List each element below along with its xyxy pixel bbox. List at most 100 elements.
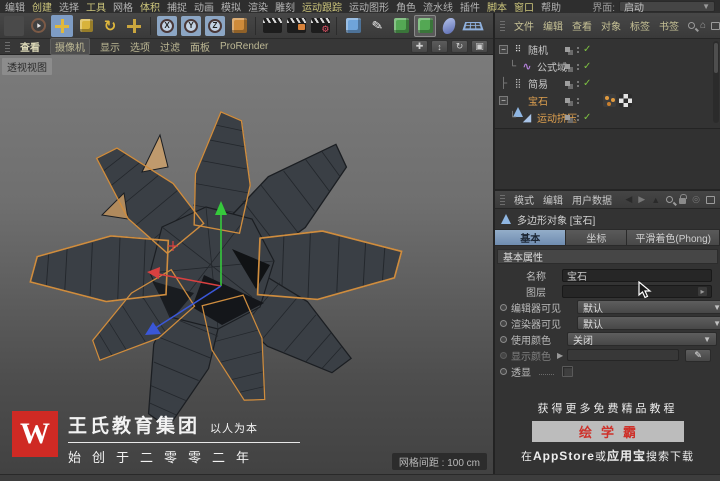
render-settings-button[interactable]: ⚙ [309,15,331,37]
search-icon[interactable] [666,196,674,203]
tree-row-gem[interactable]: − 宝石 [495,92,720,117]
animation-dot-icon[interactable] [500,335,507,343]
menu-simulate[interactable]: 模拟 [221,0,241,14]
history-forward-icon[interactable]: ▶ [638,194,645,205]
editor-visible-dropdown[interactable]: 默认 ▼ [577,300,720,315]
menu-edit[interactable]: 编辑 [5,0,25,14]
om-menu-file[interactable]: 文件 [514,18,534,33]
menu-animate[interactable]: 动画 [194,0,214,14]
menu-pipeline[interactable]: 流水线 [423,0,453,14]
om-menu-view[interactable]: 查看 [572,18,592,33]
om-menu-objects[interactable]: 对象 [601,18,621,33]
tree-scrollbar[interactable] [713,41,719,123]
am-menu-mode[interactable]: 模式 [514,192,534,207]
viewport-menu-prorender[interactable]: ProRender [220,41,268,52]
coordinate-system-button[interactable] [228,15,250,37]
viewport-zoom-icon[interactable]: ↕ [431,40,448,53]
menu-mesh[interactable]: 网格 [113,0,133,14]
panel-layout-icon[interactable] [711,21,720,30]
parent-up-icon[interactable]: ▲ [651,195,660,205]
menu-help[interactable]: 帮助 [541,0,561,14]
name-input[interactable] [562,268,712,282]
menu-window[interactable]: 窗口 [514,0,534,14]
subdivision-surface-button[interactable] [390,15,412,37]
move-tool-button[interactable] [51,14,73,37]
display-color-swatch[interactable] [567,349,680,361]
scale-tool-button[interactable] [75,15,97,37]
xray-checkbox[interactable] [562,365,573,377]
visibility-toggles[interactable]: ✓ [565,78,591,89]
live-selection-button[interactable]: ▲ [27,15,49,37]
axis-y-lock-button[interactable]: Y [180,15,202,37]
interface-layout-dropdown[interactable]: 启动 ▼ [619,1,715,14]
perspective-viewport[interactable]: 透视视图 W 王氏教育集团 以人为本 始创于二零零二年 网格间距: 100 c… [0,55,493,474]
tree-row-formula-field[interactable]: └ ∿ 公式域 ✓ [495,58,720,75]
menu-script[interactable]: 脚本 [487,0,507,14]
visibility-dots-icon[interactable] [577,63,579,66]
menu-create[interactable]: 创建 [32,0,52,14]
am-menu-edit[interactable]: 编辑 [543,192,563,207]
visibility-dots-icon[interactable] [577,80,579,83]
uvw-tag-icon[interactable] [619,94,632,107]
rotate-tool-button[interactable]: ↻ [99,15,121,37]
animation-dot-icon[interactable] [500,303,507,311]
enabled-check-icon[interactable]: ✓ [583,61,591,72]
menu-plugins[interactable]: 插件 [460,0,480,14]
viewport-menu-cameras[interactable]: 摄像机 [50,38,90,55]
tree-row-random[interactable]: − ⠿ 随机 ✓ [495,41,720,58]
home-icon[interactable]: ⌂ [700,20,706,31]
enabled-check-icon[interactable]: ✓ [583,112,591,123]
viewport-menu-view[interactable]: 查看 [20,39,40,54]
undo-button[interactable] [3,15,25,37]
visibility-dots-icon[interactable] [577,97,579,100]
layer-picker-icon[interactable]: ▸ [698,286,707,296]
menu-character[interactable]: 角色 [396,0,416,14]
tab-phong[interactable]: 平滑着色(Phong) [627,230,720,245]
menu-mograph[interactable]: 运动图形 [349,0,389,14]
enabled-check-icon[interactable]: ✓ [583,44,591,55]
render-view-button[interactable] [261,15,283,37]
viewport-toggle-icon[interactable]: ▣ [471,40,488,53]
add-primitive-button[interactable] [342,15,364,37]
collapse-toggle-icon[interactable]: − [499,96,508,105]
menu-render[interactable]: 渲染 [248,0,268,14]
menu-snap[interactable]: 捕捉 [167,0,187,14]
section-header[interactable]: 基本属性 [497,249,718,264]
viewport-menu-display[interactable]: 显示 [100,39,120,54]
tab-basic[interactable]: 基本 [495,230,567,245]
axis-x-lock-button[interactable]: X [156,15,178,37]
viewport-rotate-icon[interactable]: ↻ [451,40,468,53]
visibility-toggles[interactable]: ✓ [565,112,591,123]
viewport-menu-filter[interactable]: 过滤 [160,39,180,54]
floor-object-button[interactable] [462,15,484,37]
om-menu-bookmarks[interactable]: 书签 [659,18,679,33]
lock-icon[interactable] [679,194,688,204]
animation-dot-icon[interactable] [500,319,507,327]
menu-volume[interactable]: 体积 [140,0,160,14]
search-icon[interactable] [688,22,695,29]
color-edit-button[interactable]: ✎ [685,348,712,362]
layer-input[interactable]: ▸ [562,284,712,298]
history-back-icon[interactable]: ◀ [625,194,632,205]
view-label[interactable]: 透视视图 [2,58,52,75]
tree-row-moextrude[interactable]: └ ◢ 运动挤压 ✓ [495,109,720,126]
viewport-menu-options[interactable]: 选项 [130,39,150,54]
visibility-dots-icon[interactable] [577,46,579,49]
tab-coordinates[interactable]: 坐标 [566,230,628,245]
panel-grip[interactable] [500,194,505,205]
am-menu-userdata[interactable]: 用户数据 [572,192,612,207]
render-picture-viewer-button[interactable] [285,15,307,37]
use-color-dropdown[interactable]: 关闭 ▼ [567,332,717,347]
panel-grip[interactable] [500,20,505,31]
visibility-toggles[interactable]: ✓ [565,44,591,55]
phong-tag-icon[interactable] [603,94,616,107]
axis-z-lock-button[interactable]: Z [204,15,226,37]
bend-deformer-button[interactable] [438,15,460,37]
enabled-check-icon[interactable]: ✓ [583,78,591,89]
deformer-button[interactable] [414,14,436,37]
animation-dot-icon[interactable] [500,367,507,375]
tree-row-plain[interactable]: ├ ⣿ 简易 ✓ [495,75,720,92]
om-menu-tags[interactable]: 标签 [630,18,650,33]
panel-grip[interactable] [5,41,10,52]
visibility-dots-icon[interactable] [577,114,579,117]
